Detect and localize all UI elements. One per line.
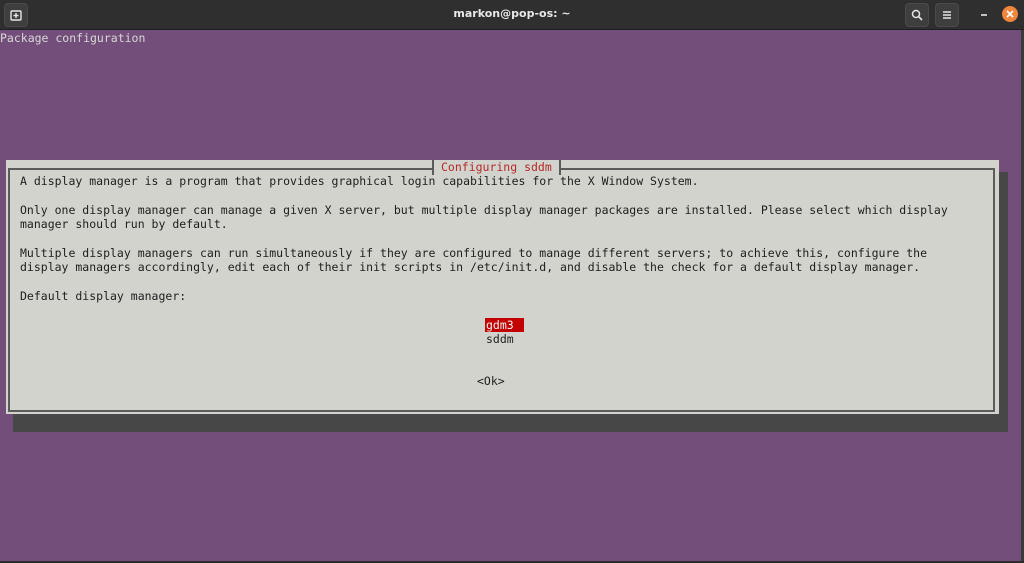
default-display-manager-prompt: Default display manager: <box>20 289 187 303</box>
configuring-dialog: Configuring sddm A display manager is a … <box>6 160 999 414</box>
window-titlebar: markon@pop-os: ~ <box>0 0 1024 30</box>
terminal-area[interactable]: Package configuration Configuring sddm A… <box>0 30 1024 561</box>
dialog-title: Configuring sddm <box>432 160 561 175</box>
search-icon <box>911 9 923 21</box>
option-sddm[interactable]: sddm <box>485 332 515 346</box>
dialog-paragraph-2-line-1: Only one display manager can manage a gi… <box>20 203 948 217</box>
minimize-icon <box>981 14 987 16</box>
search-button[interactable] <box>905 3 929 27</box>
minimize-button[interactable] <box>976 6 992 22</box>
menu-button[interactable] <box>935 3 959 27</box>
close-icon <box>1006 10 1014 18</box>
dialog-paragraph-2-line-2: manager should run by default. <box>20 217 228 231</box>
package-configuration-header: Package configuration <box>0 31 146 45</box>
window-title: markon@pop-os: ~ <box>453 7 571 20</box>
dialog-paragraph-3-line-1: Multiple display managers can run simult… <box>20 246 927 260</box>
dialog-paragraph-1: A display manager is a program that prov… <box>20 174 699 188</box>
close-button[interactable] <box>1002 6 1018 22</box>
dialog-paragraph-3-line-2: display managers accordingly, edit each … <box>20 260 921 274</box>
option-gdm3[interactable]: gdm3 <box>485 318 524 332</box>
hamburger-menu-icon <box>943 11 951 19</box>
ok-button[interactable]: <Ok> <box>477 374 505 388</box>
